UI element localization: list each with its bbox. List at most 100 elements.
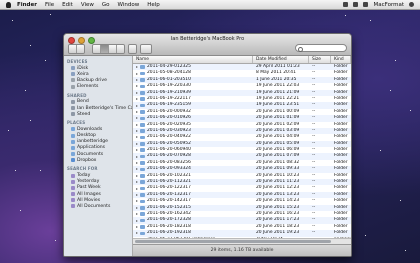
battery-icon[interactable] bbox=[363, 2, 369, 7]
sidebar-item-label: Xeira bbox=[77, 71, 89, 77]
search-field[interactable] bbox=[295, 44, 347, 52]
star bbox=[45, 60, 46, 61]
header-date-modified[interactable]: Date Modified bbox=[253, 56, 309, 63]
view-mode-buttons[interactable] bbox=[92, 44, 125, 54]
menu-go[interactable]: Go bbox=[102, 2, 110, 8]
disclosure-triangle-icon[interactable] bbox=[136, 117, 138, 120]
folder-icon bbox=[140, 180, 145, 185]
star bbox=[40, 170, 41, 171]
disclosure-triangle-icon[interactable] bbox=[136, 136, 138, 139]
sidebar-item-label: All Movies bbox=[77, 197, 101, 203]
star bbox=[25, 90, 26, 91]
file-list: Name Date Modified Size Kind 2011-04-29-… bbox=[133, 56, 351, 244]
folder-icon bbox=[140, 103, 145, 108]
sidebar-item-label: Yesterday bbox=[77, 179, 100, 185]
disclosure-triangle-icon[interactable] bbox=[136, 219, 138, 222]
header-kind[interactable]: Kind bbox=[331, 56, 351, 63]
gear-icon[interactable] bbox=[141, 45, 151, 53]
disclosure-triangle-icon[interactable] bbox=[136, 85, 138, 88]
sidebar-item-label: Elements bbox=[77, 84, 99, 90]
folder-icon bbox=[140, 212, 145, 216]
sidebar-item[interactable]: Elements bbox=[64, 84, 132, 90]
sidebar-section-title: SHARED bbox=[67, 92, 87, 98]
disclosure-triangle-icon[interactable] bbox=[136, 232, 138, 235]
star bbox=[55, 240, 56, 241]
sidebar-section-title: PLACES bbox=[67, 120, 86, 126]
disclosure-triangle-icon[interactable] bbox=[136, 194, 138, 196]
folder-icon bbox=[140, 154, 145, 159]
header-name[interactable]: Name bbox=[133, 56, 253, 63]
folder-icon bbox=[140, 78, 145, 82]
sidebar-item[interactable]: Steed bbox=[64, 111, 132, 117]
folder-icon bbox=[140, 135, 145, 140]
sidebar-section-title: DEVICES bbox=[67, 59, 88, 64]
back-forward-buttons[interactable] bbox=[68, 44, 85, 54]
menu-edit[interactable]: Edit bbox=[62, 2, 73, 8]
disclosure-triangle-icon[interactable] bbox=[136, 174, 138, 177]
header-size[interactable]: Size bbox=[309, 56, 331, 63]
folder-icon bbox=[140, 186, 145, 191]
disclosure-triangle-icon[interactable] bbox=[136, 98, 138, 101]
disclosure-triangle-icon[interactable] bbox=[136, 110, 138, 113]
folder-icon bbox=[140, 71, 145, 76]
title-bar[interactable]: Ian Betteridge's MacBook Pro bbox=[64, 34, 351, 56]
apple-menu-icon[interactable] bbox=[6, 1, 11, 8]
disclosure-triangle-icon[interactable] bbox=[136, 200, 138, 203]
list-view-icon[interactable] bbox=[101, 45, 109, 53]
star bbox=[395, 60, 396, 61]
disclosure-triangle-icon[interactable] bbox=[136, 78, 138, 81]
star bbox=[12, 20, 13, 21]
disk-icon bbox=[71, 66, 75, 71]
menu-view[interactable]: View bbox=[81, 2, 94, 8]
eye-icon[interactable] bbox=[129, 45, 136, 53]
menu-help[interactable]: Help bbox=[147, 2, 160, 8]
disclosure-triangle-icon[interactable] bbox=[136, 225, 138, 228]
disclosure-triangle-icon[interactable] bbox=[136, 123, 138, 126]
forward-icon[interactable] bbox=[77, 45, 84, 53]
spotlight-icon[interactable] bbox=[409, 2, 414, 7]
star bbox=[345, 15, 346, 16]
wifi-icon[interactable] bbox=[343, 2, 349, 7]
icon-view-icon[interactable] bbox=[93, 45, 101, 53]
clock-icon bbox=[71, 179, 75, 184]
star bbox=[30, 120, 31, 121]
disclosure-triangle-icon[interactable] bbox=[136, 142, 138, 145]
disclosure-triangle-icon[interactable] bbox=[136, 162, 138, 165]
menu-file[interactable]: File bbox=[45, 2, 54, 8]
disclosure-triangle-icon[interactable] bbox=[136, 168, 138, 171]
disclosure-triangle-icon[interactable] bbox=[136, 187, 138, 190]
menu-user-name[interactable]: MacFormat bbox=[373, 2, 404, 8]
sidebar-item-label: Steed bbox=[77, 111, 91, 117]
disclosure-triangle-icon[interactable] bbox=[136, 72, 138, 75]
action-button[interactable] bbox=[140, 44, 152, 54]
disclosure-triangle-icon[interactable] bbox=[136, 155, 138, 158]
star bbox=[20, 210, 21, 211]
list-header: Name Date Modified Size Kind bbox=[133, 56, 351, 64]
clock-icon bbox=[71, 185, 75, 190]
disclosure-triangle-icon[interactable] bbox=[136, 104, 138, 107]
scrollbar-thumb[interactable] bbox=[135, 240, 331, 243]
home-icon bbox=[71, 139, 75, 144]
documents-icon bbox=[71, 152, 75, 157]
back-icon[interactable] bbox=[69, 45, 77, 53]
sidebar-item-label: Backup drive bbox=[77, 77, 107, 83]
disclosure-triangle-icon[interactable] bbox=[136, 206, 138, 209]
disclosure-triangle-icon[interactable] bbox=[136, 149, 138, 152]
disclosure-triangle-icon[interactable] bbox=[136, 181, 138, 184]
computer-icon bbox=[71, 112, 75, 117]
sidebar-item[interactable]: Dropbox bbox=[64, 157, 132, 163]
sidebar-item-label: Today bbox=[77, 173, 91, 179]
disclosure-triangle-icon[interactable] bbox=[136, 213, 138, 216]
menu-window[interactable]: Window bbox=[118, 2, 140, 8]
sidebar-item[interactable]: All Documents bbox=[64, 203, 132, 209]
menu-finder[interactable]: Finder bbox=[17, 2, 37, 8]
disclosure-triangle-icon[interactable] bbox=[136, 130, 138, 133]
quicklook-button[interactable] bbox=[128, 44, 137, 54]
disclosure-triangle-icon[interactable] bbox=[136, 91, 138, 94]
star bbox=[390, 90, 391, 91]
disclosure-triangle-icon[interactable] bbox=[136, 66, 138, 69]
sidebar-item-label: Past Week bbox=[77, 185, 101, 191]
coverflow-view-icon[interactable] bbox=[117, 45, 124, 53]
volume-icon[interactable] bbox=[353, 2, 359, 7]
column-view-icon[interactable] bbox=[109, 45, 117, 53]
